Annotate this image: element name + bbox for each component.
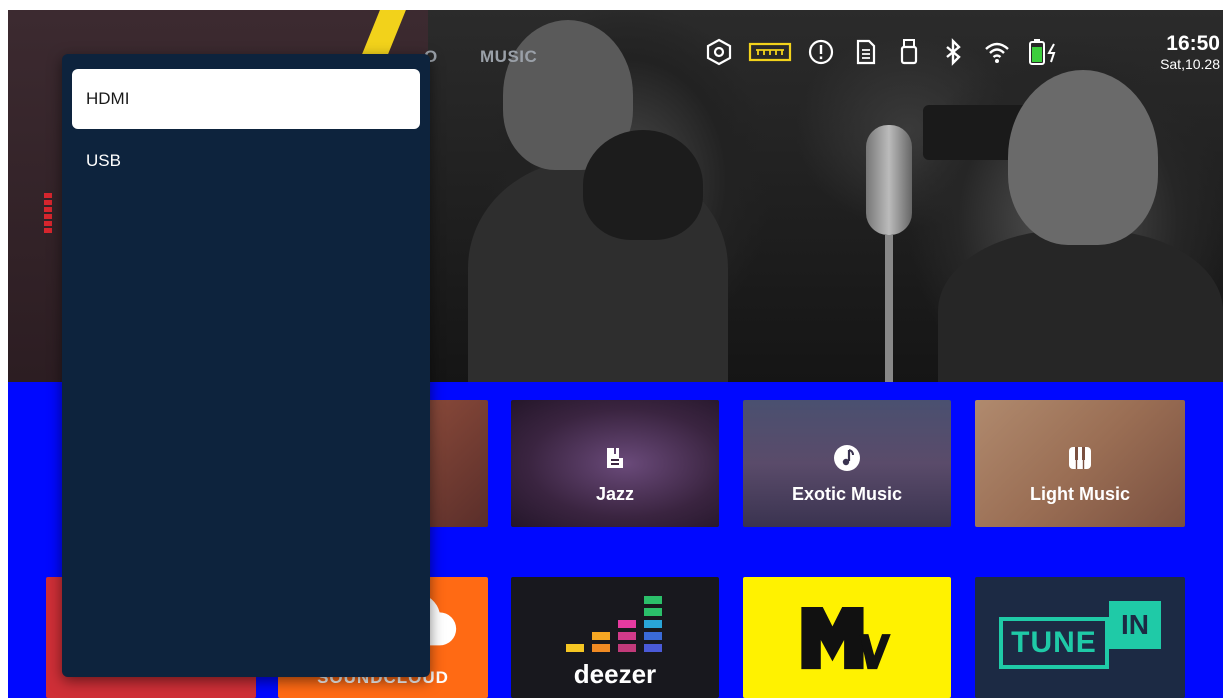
hdmi-port-icon [748, 37, 792, 67]
status-bar [704, 30, 1064, 74]
battery-charging-icon [1026, 37, 1064, 67]
guitar-icon [601, 444, 629, 472]
settings-hex-icon[interactable] [704, 37, 734, 67]
category-label: Light Music [1030, 484, 1130, 504]
clock: 16:50 Sat,10.28 [1120, 32, 1220, 72]
source-option-label: USB [86, 151, 121, 170]
camera-operator-head [1008, 70, 1158, 245]
camera-operator-figure [938, 230, 1223, 382]
deezer-label: deezer [573, 659, 657, 689]
clock-date: Sat,10.28 [1160, 56, 1220, 72]
microphone-stand [885, 235, 893, 382]
music-note-icon [833, 444, 861, 472]
source-option-usb[interactable]: USB [72, 131, 420, 191]
app-tile-deezer[interactable]: deezer [511, 577, 719, 698]
source-option-hdmi[interactable]: HDMI [72, 69, 420, 129]
deezer-equalizer-icon [566, 596, 662, 652]
category-label: Jazz [595, 484, 635, 504]
alert-icon [806, 37, 836, 67]
red-indicator-bars [44, 193, 52, 239]
piano-icon [1066, 444, 1094, 472]
tunein-in-badge: IN [1109, 601, 1161, 649]
input-source-menu: HDMI USB [62, 54, 430, 677]
category-tile-exotic-music[interactable]: Exotic Music [743, 400, 951, 527]
category-tile-light-music[interactable]: Light Music [975, 400, 1185, 527]
clock-time: 16:50 [1166, 32, 1220, 55]
usb-icon [894, 37, 924, 67]
singer-beard [583, 130, 703, 240]
bluetooth-icon [938, 37, 968, 67]
tv-home-screen: O MUSIC 16:50 Sat,10.28 Jazz Exotic Musi… [8, 10, 1223, 698]
microphone-shape [866, 125, 912, 235]
tunein-box: TUNE [999, 617, 1109, 669]
app-tile-tunein[interactable]: TUNE IN [975, 577, 1185, 698]
category-tile-jazz[interactable]: Jazz [511, 400, 719, 527]
app-tile-mtv[interactable] [743, 577, 951, 698]
mtv-logo-icon [801, 606, 891, 670]
wifi-icon [982, 37, 1012, 67]
nav-tab-music[interactable]: MUSIC [480, 47, 537, 67]
sd-card-icon [850, 37, 880, 67]
category-label: Exotic Music [791, 484, 903, 504]
source-option-label: HDMI [86, 89, 130, 108]
